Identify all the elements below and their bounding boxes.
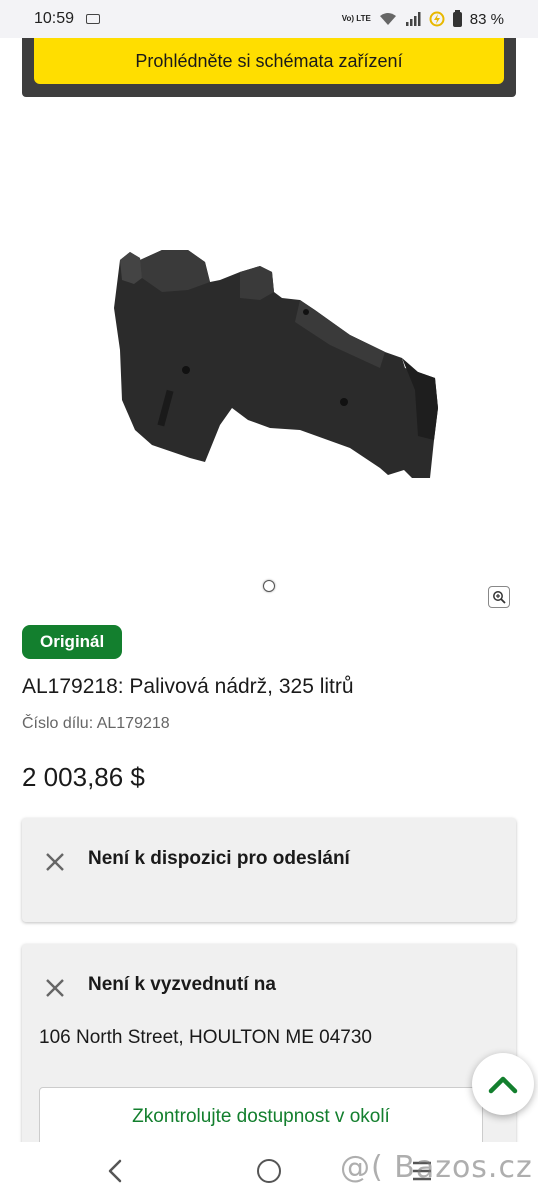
volte-icon: Vo) LTE bbox=[341, 14, 371, 23]
zoom-icon[interactable] bbox=[488, 586, 510, 608]
shipping-availability-card: Není k dispozici pro odeslání bbox=[22, 818, 516, 922]
status-bar: 10:59 Vo) LTE 83 % bbox=[0, 0, 538, 38]
back-icon[interactable] bbox=[104, 1158, 128, 1184]
shipping-status-label: Není k dispozici pro odeslání bbox=[88, 848, 350, 869]
watermark-text: @( Bazos.cz bbox=[340, 1150, 533, 1185]
screen: 10:59 Vo) LTE 83 % Prohlédněte si schéma… bbox=[0, 0, 538, 1200]
pickup-availability-card: Není k vyzvednutí na 106 North Street, H… bbox=[22, 944, 516, 1154]
close-icon bbox=[46, 979, 64, 997]
battery-icon bbox=[452, 9, 462, 27]
carousel-dot[interactable] bbox=[263, 580, 275, 592]
product-title: AL179218: Palivová nádrž, 325 litrů bbox=[22, 675, 354, 698]
system-nav-bar: @( Bazos.cz bbox=[0, 1142, 538, 1200]
chevron-up-icon bbox=[488, 1076, 518, 1094]
signal-icon bbox=[405, 12, 421, 26]
status-time: 10:59 bbox=[34, 10, 75, 27]
original-badge: Originál bbox=[22, 625, 123, 659]
pickup-status-label: Není k vyzvednutí na bbox=[88, 974, 276, 995]
part-number: Číslo dílu: AL179218 bbox=[22, 715, 170, 732]
product-price: 2 003,86 $ bbox=[22, 762, 145, 792]
wifi-icon bbox=[379, 13, 396, 25]
product-image[interactable] bbox=[100, 240, 450, 500]
battery-percent: 83 % bbox=[469, 10, 504, 28]
check-availability-button[interactable]: Zkontrolujte dostupnost v okolí bbox=[39, 1087, 483, 1149]
banner-container: Prohlédněte si schémata zařízení bbox=[22, 38, 516, 97]
scroll-top-button[interactable] bbox=[472, 1053, 534, 1115]
view-diagrams-button[interactable]: Prohlédněte si schémata zařízení bbox=[34, 38, 504, 84]
home-icon[interactable] bbox=[257, 1159, 281, 1183]
store-address: 106 North Street, HOULTON ME 04730 bbox=[39, 1027, 373, 1048]
status-icons: Vo) LTE 83 % bbox=[341, 9, 504, 28]
gmail-icon bbox=[86, 14, 101, 24]
close-icon bbox=[46, 853, 64, 871]
data-saver-icon bbox=[429, 11, 445, 27]
